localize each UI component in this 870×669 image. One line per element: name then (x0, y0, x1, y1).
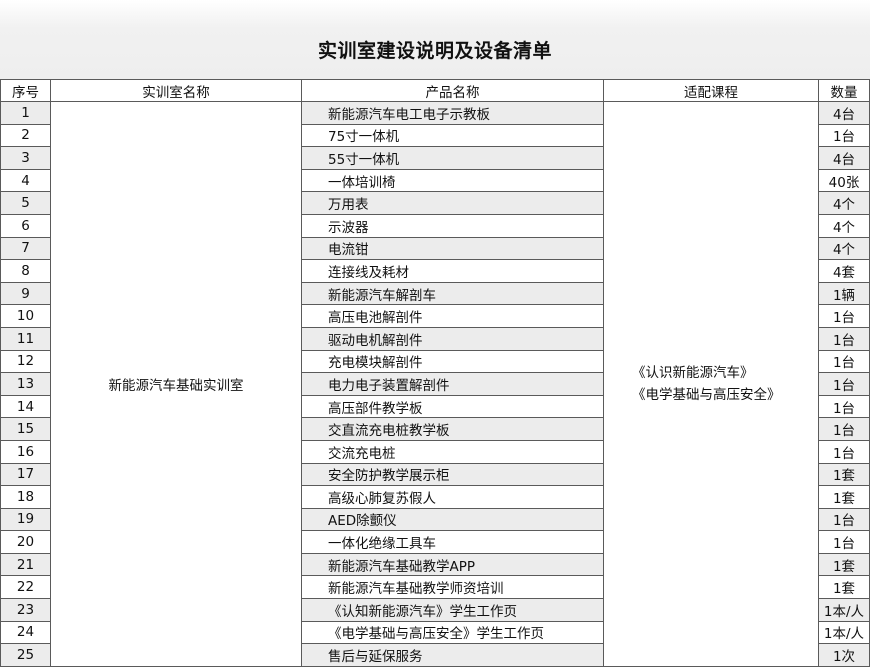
quantity: 1台 (818, 304, 870, 328)
row-number: 20 (0, 530, 51, 554)
row-number: 25 (0, 643, 51, 667)
product-name: 安全防护教学展示柜 (301, 462, 604, 487)
header-product: 产品名称 (301, 79, 604, 102)
quantity: 1台 (818, 349, 870, 374)
quantity: 4个 (818, 236, 870, 261)
quantity: 1本/人 (818, 620, 870, 645)
product-name: 新能源汽车基础教学师资培训 (301, 575, 604, 600)
quantity: 1次 (818, 643, 870, 667)
product-name: 新能源汽车基础教学APP (301, 552, 604, 577)
quantity: 4套 (818, 259, 870, 283)
course-cell: 《认识新能源汽车》《电学基础与高压安全》 (603, 101, 819, 667)
row-number: 15 (0, 417, 51, 441)
quantity: 1套 (818, 462, 870, 487)
quantity: 1台 (818, 507, 870, 532)
header-course: 适配课程 (603, 79, 819, 102)
quantity: 1台 (818, 394, 870, 419)
product-name: 交直流充电桩教学板 (301, 417, 604, 441)
row-number: 1 (0, 101, 51, 125)
quantity: 1台 (818, 372, 870, 396)
row-number: 7 (0, 236, 51, 261)
row-number: 17 (0, 462, 51, 487)
table-body: 1 新能源汽车基础实训室 新能源汽车电工电子示教板《认识新能源汽车》《电学基础与高压… (0, 101, 870, 667)
quantity: 1台 (818, 439, 870, 464)
product-name: 高级心肺复苏假人 (301, 485, 604, 509)
row-number: 14 (0, 394, 51, 419)
quantity: 1本/人 (818, 598, 870, 622)
product-name: 高压电池解剖件 (301, 304, 604, 328)
quantity: 1台 (818, 530, 870, 554)
course-name: 《电学基础与高压安全》 (632, 386, 781, 403)
product-name: AED除颤仪 (301, 507, 604, 532)
quantity: 1台 (818, 326, 870, 351)
header-lab-name: 实训室名称 (50, 79, 302, 102)
header-row: 序号 实训室名称 产品名称 适配课程 数量 (0, 79, 870, 102)
header-no: 序号 (0, 79, 51, 102)
product-name: 电流钳 (301, 236, 604, 261)
row-number: 8 (0, 259, 51, 283)
row-number: 22 (0, 575, 51, 600)
product-name: 充电模块解剖件 (301, 349, 604, 374)
product-name: 55寸一体机 (301, 146, 604, 170)
quantity: 4台 (818, 146, 870, 170)
product-name: 新能源汽车电工电子示教板 (301, 101, 604, 125)
table-row: 1 新能源汽车基础实训室 新能源汽车电工电子示教板《认识新能源汽车》《电学基础与高压… (0, 101, 870, 667)
product-name: 75寸一体机 (301, 123, 604, 148)
product-name: 新能源汽车解剖车 (301, 281, 604, 306)
product-name: 《认知新能源汽车》学生工作页 (301, 598, 604, 622)
page-title: 实训室建设说明及设备清单 (317, 40, 552, 62)
equipment-table: 序号 实训室名称 产品名称 适配课程 数量 1 新能源汽车基础实训室 新能源汽车电工… (0, 79, 870, 667)
row-number: 2 (0, 123, 51, 148)
quantity: 1台 (818, 123, 870, 148)
product-name: 示波器 (301, 213, 604, 238)
product-name: 驱动电机解剖件 (301, 326, 604, 351)
product-name: 万用表 (301, 191, 604, 215)
row-number: 9 (0, 281, 51, 306)
quantity: 4个 (818, 213, 870, 238)
row-number: 19 (0, 507, 51, 532)
product-name: 售后与延保服务 (301, 643, 604, 667)
row-number: 13 (0, 372, 51, 396)
row-number: 21 (0, 552, 51, 577)
row-number: 11 (0, 326, 51, 351)
quantity: 1套 (818, 485, 870, 509)
product-name: 《电学基础与高压安全》学生工作页 (301, 620, 604, 645)
product-name: 一体化绝缘工具车 (301, 530, 604, 554)
product-name: 电力电子装置解剖件 (301, 372, 604, 396)
quantity: 4台 (818, 101, 870, 125)
product-name: 一体培训椅 (301, 168, 604, 193)
row-number: 10 (0, 304, 51, 328)
quantity: 1套 (818, 552, 870, 577)
row-number: 6 (0, 213, 51, 238)
quantity: 4个 (818, 191, 870, 215)
quantity: 1套 (818, 575, 870, 600)
row-number: 23 (0, 598, 51, 622)
header-qty: 数量 (818, 79, 870, 102)
quantity: 1台 (818, 417, 870, 441)
row-number: 18 (0, 485, 51, 509)
row-number: 5 (0, 191, 51, 215)
row-number: 12 (0, 349, 51, 374)
quantity: 40张 (818, 168, 870, 193)
quantity: 1辆 (818, 281, 870, 306)
row-number: 16 (0, 439, 51, 464)
course-name: 《认识新能源汽车》 (632, 364, 754, 381)
row-number: 24 (0, 620, 51, 645)
product-name: 连接线及耗材 (301, 259, 604, 283)
row-number: 4 (0, 168, 51, 193)
lab-name-cell: 新能源汽车基础实训室 (50, 101, 302, 667)
product-name: 高压部件教学板 (301, 394, 604, 419)
row-number: 3 (0, 146, 51, 170)
product-name: 交流充电桩 (301, 439, 604, 464)
